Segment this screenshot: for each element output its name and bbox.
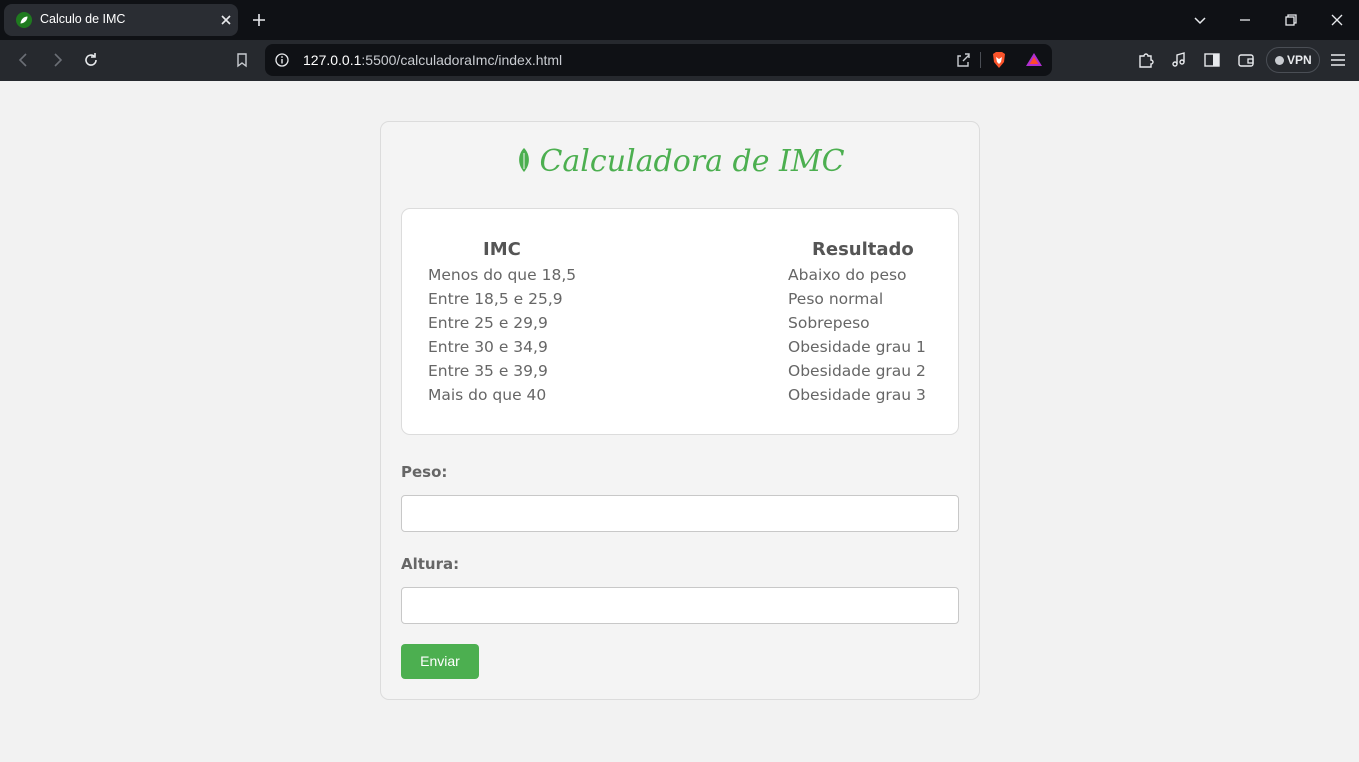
sidebar-icon[interactable]	[1202, 50, 1222, 70]
tab-title: Calculo de IMC	[40, 12, 126, 26]
page-title: Calculadora de IMC	[381, 144, 979, 179]
url-divider	[980, 52, 981, 68]
table-cell-resultado: Obesidade grau 3	[788, 386, 926, 404]
table-cell-imc: Mais do que 40	[428, 386, 547, 404]
table-cell-imc: Entre 30 e 34,9	[428, 338, 548, 356]
table-cell-imc: Entre 25 e 29,9	[428, 314, 548, 332]
enviar-button[interactable]: Enviar	[401, 644, 479, 679]
table-header-imc: IMC	[483, 239, 521, 260]
brave-rewards-icon[interactable]	[1024, 50, 1044, 70]
browser-toolbar: 127.0.0.1:5500/calculadoraImc/index.html…	[0, 40, 1359, 81]
address-bar[interactable]: 127.0.0.1:5500/calculadoraImc/index.html	[265, 44, 1052, 76]
table-cell-imc: Entre 35 e 39,9	[428, 362, 548, 380]
page-title-text: Calculadora de IMC	[539, 144, 845, 179]
new-tab-icon[interactable]	[250, 11, 268, 29]
table-cell-resultado: Obesidade grau 2	[788, 362, 926, 380]
table-cell-imc: Entre 18,5 e 25,9	[428, 290, 563, 308]
url-text: 127.0.0.1:5500/calculadoraImc/index.html	[303, 52, 562, 68]
vpn-button[interactable]: VPN	[1266, 47, 1320, 73]
vpn-label: VPN	[1287, 53, 1312, 67]
wallet-icon[interactable]	[1236, 50, 1256, 70]
vpn-status-icon	[1275, 56, 1284, 65]
table-cell-resultado: Sobrepeso	[788, 314, 870, 332]
extensions-icon[interactable]	[1136, 50, 1156, 70]
forward-icon[interactable]	[47, 50, 67, 70]
close-tab-icon[interactable]	[218, 12, 234, 28]
minimize-icon[interactable]	[1236, 11, 1254, 29]
altura-input[interactable]	[401, 587, 959, 624]
table-header-resultado: Resultado	[812, 239, 914, 260]
leaf-icon	[519, 148, 530, 172]
peso-input[interactable]	[401, 495, 959, 532]
site-info-icon[interactable]	[275, 53, 289, 67]
menu-icon[interactable]	[1328, 50, 1348, 70]
altura-label: Altura:	[401, 555, 460, 573]
reload-icon[interactable]	[81, 50, 101, 70]
peso-label: Peso:	[401, 463, 448, 481]
table-cell-imc: Menos do que 18,5	[428, 266, 577, 284]
tab-strip: Calculo de IMC	[0, 0, 1359, 40]
imc-table: IMC Resultado Menos do que 18,5 Abaixo d…	[401, 208, 959, 435]
bookmark-icon[interactable]	[232, 50, 252, 70]
table-cell-resultado: Peso normal	[788, 290, 884, 308]
imc-calculator-card: Calculadora de IMC IMC Resultado Menos d…	[380, 121, 980, 700]
restore-icon[interactable]	[1282, 11, 1300, 29]
leaf-favicon-icon	[16, 12, 32, 28]
media-icon[interactable]	[1169, 50, 1189, 70]
back-icon[interactable]	[14, 50, 34, 70]
table-cell-resultado: Obesidade grau 1	[788, 338, 926, 356]
close-window-icon[interactable]	[1328, 11, 1346, 29]
brave-shield-icon[interactable]	[989, 50, 1009, 70]
tab-search-chevron-icon[interactable]	[1191, 11, 1209, 29]
url-host: 127.0.0.1	[303, 52, 362, 68]
browser-tab[interactable]: Calculo de IMC	[4, 4, 238, 36]
url-path: :5500/calculadoraImc/index.html	[361, 52, 563, 68]
share-icon[interactable]	[953, 50, 973, 70]
table-cell-resultado: Abaixo do peso	[788, 266, 907, 284]
